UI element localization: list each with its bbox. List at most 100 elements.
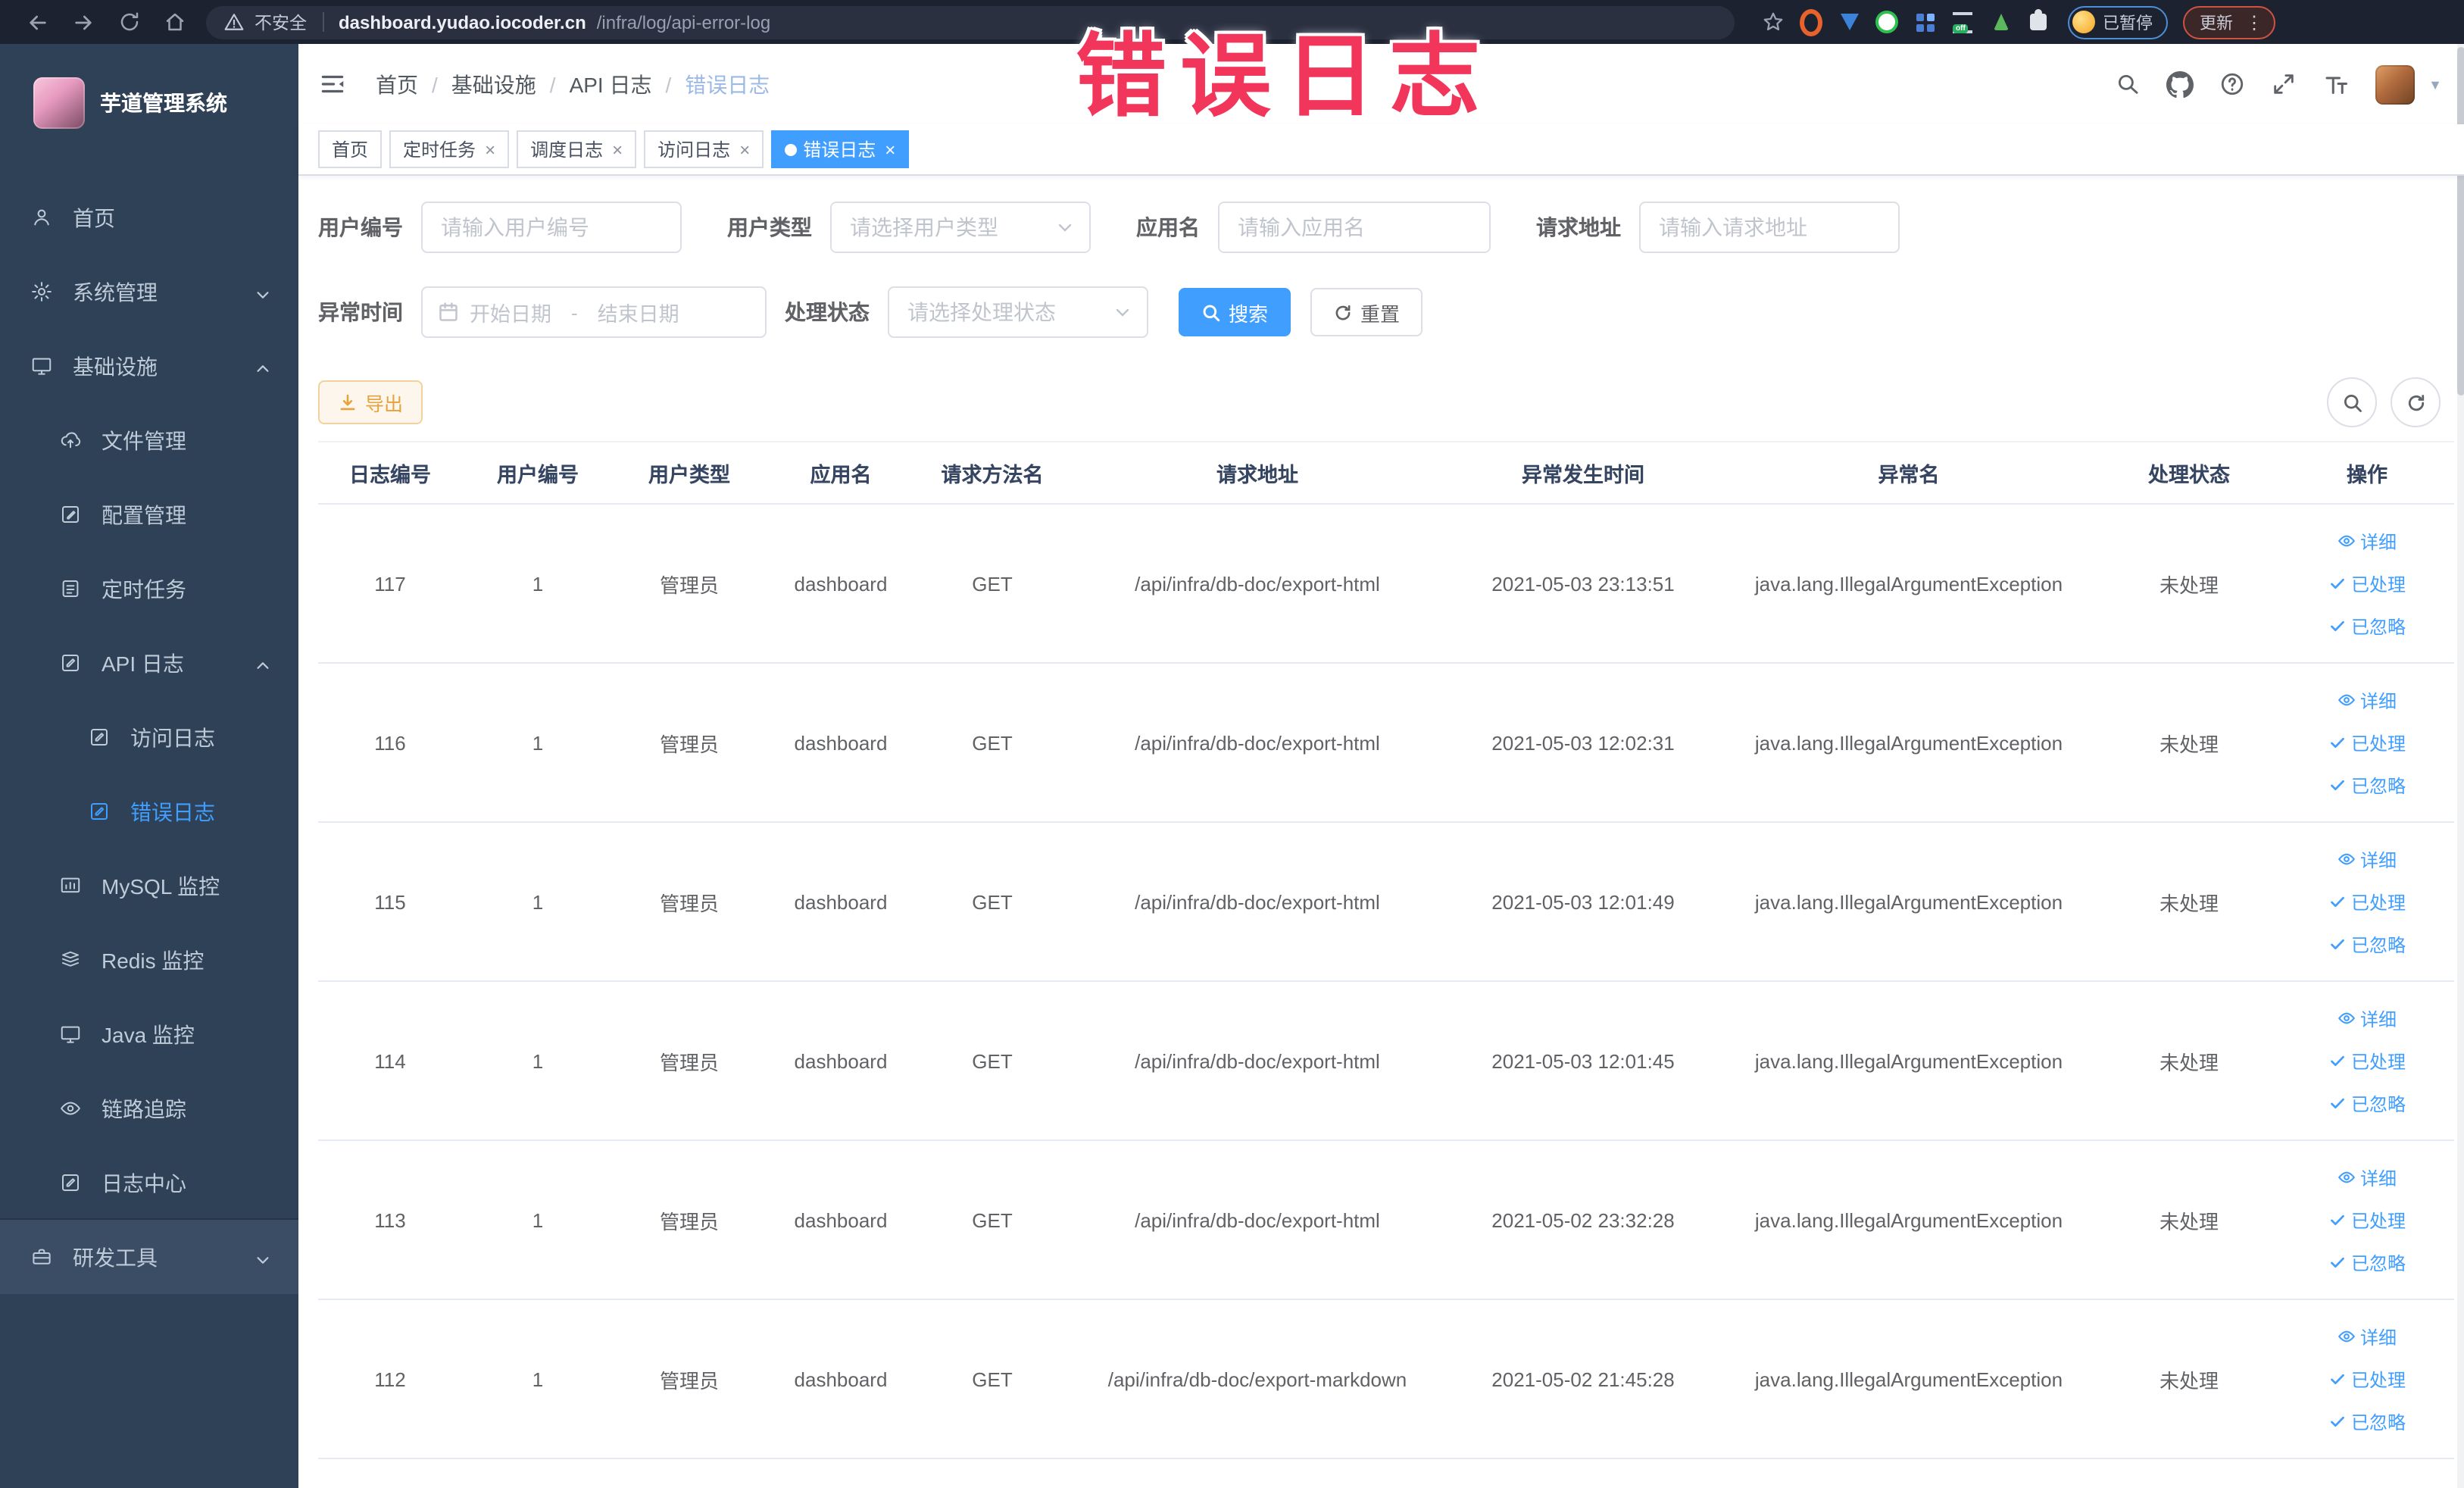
scrollbar-thumb[interactable] — [2457, 47, 2464, 395]
tag-label: 首页 — [332, 139, 369, 161]
error-log-table: 日志编号 用户编号 用户类型 应用名 请求方法名 请求地址 异常发生时间 异常名 处理状态 操作 … — [318, 441, 2454, 1459]
help-icon[interactable] — [2219, 71, 2245, 97]
action-ignored-link[interactable]: 已忽略 — [2328, 1090, 2406, 1116]
sidebar-logo[interactable]: 芋道管理系统 — [0, 44, 298, 153]
user-id-input[interactable] — [421, 202, 682, 253]
profile-paused-pill[interactable]: 已暂停 — [2068, 5, 2168, 39]
sidebar-fold-icon[interactable] — [318, 70, 347, 98]
browser-forward-icon[interactable] — [61, 5, 106, 39]
reset-button[interactable]: 重置 — [1310, 288, 1423, 336]
cell-actions: 详细 已处理 已忽略 — [2280, 504, 2454, 664]
sidebar-item-api-log[interactable]: API 日志 — [0, 626, 298, 700]
cell-request-url: /api/infra/db-doc/export-markdown — [1068, 1299, 1447, 1459]
sidebar-item-redis[interactable]: Redis 监控 — [0, 923, 298, 997]
cell-status: 未处理 — [2098, 981, 2280, 1141]
action-ignored-link[interactable]: 已忽略 — [2328, 1249, 2406, 1275]
request-url-input[interactable] — [1639, 202, 1900, 253]
fullscreen-icon[interactable] — [2271, 71, 2297, 97]
sidebar-item-system[interactable]: 系统管理 — [0, 255, 298, 329]
close-icon[interactable]: × — [612, 140, 623, 158]
extension-grid-icon[interactable] — [1913, 11, 1936, 33]
action-detail-link[interactable]: 详细 — [2338, 1164, 2397, 1190]
address-bar[interactable]: 不安全 dashboard.yudao.iocoder.cn/infra/log… — [206, 5, 1735, 39]
app-name-input[interactable] — [1218, 202, 1491, 253]
sidebar-item-home[interactable]: 首页 — [0, 180, 298, 255]
export-button[interactable]: 导出 — [318, 380, 423, 424]
breadcrumb-separator: / — [549, 72, 556, 96]
sidebar-item-label: 定时任务 — [101, 577, 186, 601]
github-icon[interactable] — [2166, 70, 2194, 98]
action-detail-link[interactable]: 详细 — [2338, 1005, 2397, 1031]
extension-orange-icon[interactable] — [1800, 8, 1822, 36]
close-icon[interactable]: × — [885, 140, 895, 158]
action-processed-link[interactable]: 已处理 — [2328, 1048, 2406, 1074]
action-ignored-link[interactable]: 已忽略 — [2328, 772, 2406, 798]
action-detail-link[interactable]: 详细 — [2338, 528, 2397, 554]
cell-exception-time: 2021-05-03 12:01:49 — [1447, 822, 1719, 982]
action-processed-link[interactable]: 已处理 — [2328, 1207, 2406, 1233]
user-type-select[interactable]: 请选择用户类型 — [830, 202, 1091, 253]
extension-sprout-icon[interactable] — [1989, 11, 2012, 33]
table-row: 117 1 管理员 dashboard GET/api/infra/db-doc/exp… — [318, 504, 2454, 664]
tag-access-log[interactable]: 访问日志 × — [644, 130, 764, 168]
action-detail-link[interactable]: 详细 — [2338, 846, 2397, 872]
page-scrollbar[interactable] — [2457, 44, 2464, 1488]
sidebar-item-access-log[interactable]: 访问日志 — [0, 700, 298, 774]
sidebar-item-dev-tools[interactable]: 研发工具 — [0, 1220, 298, 1294]
refresh-button[interactable] — [2391, 377, 2441, 427]
breadcrumb-item[interactable]: API 日志 — [570, 69, 652, 99]
action-processed-link[interactable]: 已处理 — [2328, 730, 2406, 755]
bookmark-star-icon[interactable] — [1762, 11, 1785, 33]
browser-menu-icon[interactable]: ⋮ — [2245, 13, 2263, 31]
extension-off-icon[interactable]: off — [1951, 11, 1974, 33]
browser-home-icon[interactable] — [151, 5, 197, 39]
font-size-icon[interactable] — [2322, 70, 2350, 98]
breadcrumb-item[interactable]: 基础设施 — [451, 69, 536, 99]
close-icon[interactable]: × — [485, 140, 495, 158]
extension-green-circle-icon[interactable] — [1875, 11, 1898, 33]
search-icon[interactable] — [2115, 71, 2141, 97]
user-type-label: 用户类型 — [727, 215, 812, 239]
cell-exception-name: java.lang.IllegalArgumentException — [1719, 1140, 2098, 1300]
sidebar-item-infra[interactable]: 基础设施 — [0, 329, 298, 403]
tag-home[interactable]: 首页 — [318, 130, 383, 168]
extension-shield-icon[interactable] — [1838, 11, 1860, 33]
breadcrumb-separator: / — [432, 72, 438, 96]
action-ignored-link[interactable]: 已忽略 — [2328, 931, 2406, 957]
action-ignored-link[interactable]: 已忽略 — [2328, 613, 2406, 639]
user-avatar[interactable] — [2375, 64, 2416, 104]
sidebar-item-log-center[interactable]: 日志中心 — [0, 1146, 298, 1220]
action-processed-link[interactable]: 已处理 — [2328, 889, 2406, 914]
action-detail-link[interactable]: 详细 — [2338, 687, 2397, 713]
action-processed-link[interactable]: 已处理 — [2328, 571, 2406, 596]
main-area: 首页 / 基础设施 / API 日志 / 错误日志 ▼ 首页 定时任务 × 调度… — [298, 44, 2464, 1488]
sidebar-item-file[interactable]: 文件管理 — [0, 403, 298, 477]
search-button[interactable]: 搜索 — [1179, 288, 1291, 336]
browser-back-icon[interactable] — [15, 5, 61, 39]
action-detail-link[interactable]: 详细 — [2338, 1324, 2397, 1349]
tag-error-log[interactable]: 错误日志 × — [771, 130, 910, 168]
hide-search-button[interactable] — [2327, 377, 2377, 427]
sidebar-item-trace[interactable]: 链路追踪 — [0, 1071, 298, 1146]
sidebar-item-error-log[interactable]: 错误日志 — [0, 774, 298, 849]
sidebar-item-java[interactable]: Java 监控 — [0, 997, 298, 1071]
action-ignored-link[interactable]: 已忽略 — [2328, 1408, 2406, 1434]
process-status-select[interactable]: 请选择处理状态 — [888, 286, 1148, 338]
browser-update-button[interactable]: 更新 ⋮ — [2183, 5, 2275, 39]
close-icon[interactable]: × — [739, 140, 750, 158]
extensions-puzzle-icon[interactable] — [2027, 9, 2050, 33]
task-icon — [59, 577, 82, 600]
tag-job[interactable]: 定时任务 × — [389, 130, 510, 168]
chevron-down-icon[interactable]: ▼ — [2428, 77, 2442, 92]
sidebar-item-mysql[interactable]: MySQL 监控 — [0, 849, 298, 923]
sidebar-item-config[interactable]: 配置管理 — [0, 477, 298, 552]
tag-job-log[interactable]: 调度日志 × — [517, 130, 637, 168]
sidebar-item-label: MySQL 监控 — [101, 874, 220, 898]
exception-time-range-picker[interactable]: 开始日期 - 结束日期 — [421, 286, 767, 338]
action-processed-link[interactable]: 已处理 — [2328, 1366, 2406, 1392]
browser-reload-icon[interactable] — [106, 5, 151, 39]
breadcrumb-item[interactable]: 首页 — [376, 69, 418, 99]
log-icon — [59, 652, 82, 674]
chevron-down-icon — [1056, 218, 1074, 236]
sidebar-item-job[interactable]: 定时任务 — [0, 552, 298, 626]
